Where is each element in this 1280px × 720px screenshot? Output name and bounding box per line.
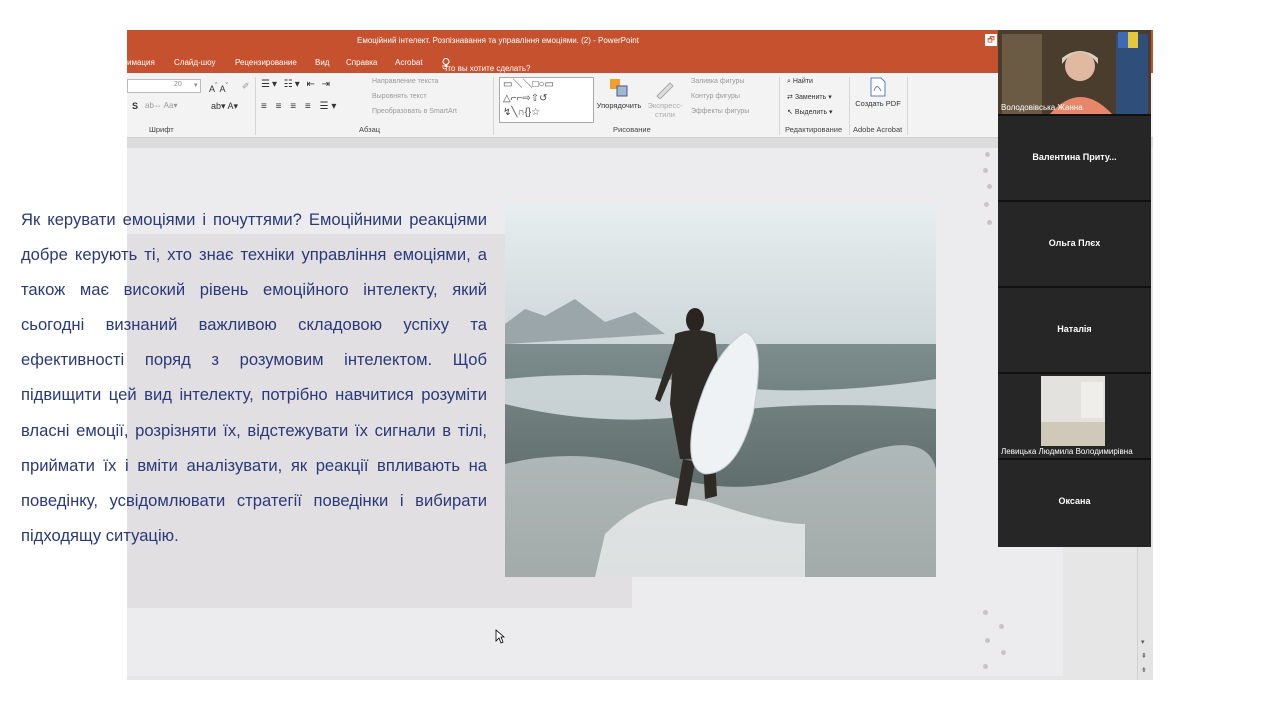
quick-styles-button[interactable]: Экспресс-стили xyxy=(643,77,687,119)
select-button[interactable]: ↖ Выделить ▾ xyxy=(787,108,833,116)
create-pdf-label: Создать PDF xyxy=(855,99,901,108)
slide-body-text: Як керувати емоціями і почуттями? Емоцій… xyxy=(21,210,487,545)
participant-tile-3[interactable]: Ольга Плєх xyxy=(998,202,1151,288)
quick-styles-label: Экспресс-стили xyxy=(647,101,683,119)
tell-me-label: Что вы хотите сделать? xyxy=(442,64,531,73)
find-label: Найти xyxy=(792,78,813,85)
participant-tile-5[interactable]: Левицька Людмила Володимирівна xyxy=(998,374,1151,460)
font-size-value: 20 xyxy=(174,81,182,88)
participant-video xyxy=(998,30,1151,114)
mouse-cursor-icon xyxy=(495,629,505,644)
tell-me-search[interactable]: Что вы хотите сделать? xyxy=(442,58,530,73)
participant-tile-6[interactable]: Оксана xyxy=(998,460,1151,547)
group-label-drawing: Рисование xyxy=(613,125,651,134)
char-spacing-icon[interactable]: ab⇔ Aa▾ xyxy=(145,101,177,110)
shape-effects-button[interactable]: Эффекты фигуры xyxy=(691,108,749,115)
participant-name: Оксана xyxy=(1058,496,1091,506)
arrange-label: Упорядочить xyxy=(596,101,642,110)
replace-label: Заменить xyxy=(794,94,827,101)
quick-styles-icon xyxy=(656,82,674,100)
text-direction-button[interactable]: Направление текста xyxy=(372,78,438,85)
bullets-icon[interactable]: ☰▾ ☷▾ ⇤ ⇥ xyxy=(261,79,332,90)
window-title: Емоційний інтелект. Розпізнавання та упр… xyxy=(357,36,639,45)
shape-outline-button[interactable]: Контур фигуры xyxy=(691,93,740,100)
tab-acrobat[interactable]: Acrobat xyxy=(395,58,423,67)
pdf-icon xyxy=(870,77,886,97)
surfer-photo xyxy=(505,204,936,577)
group-label-acrobat: Adobe Acrobat xyxy=(853,125,903,134)
clear-format-icon[interactable]: ✐ xyxy=(242,81,250,92)
participant-video xyxy=(1041,376,1105,446)
group-label-paragraph: Абзац xyxy=(359,125,381,134)
grow-font-icon[interactable]: Aˆ Aˇ xyxy=(209,81,228,94)
replace-icon: ⇄ xyxy=(787,94,795,101)
create-pdf-button[interactable]: Создать PDF xyxy=(855,77,901,108)
chevron-down-icon: ▾ xyxy=(194,82,198,89)
find-button[interactable]: ⌕ Найти xyxy=(787,78,813,86)
select-label: Выделить xyxy=(794,109,828,116)
tab-help[interactable]: Справка xyxy=(346,58,377,67)
smartart-button[interactable]: Преобразовать в SmartArt xyxy=(372,108,457,115)
participant-name: Валентина Приту... xyxy=(1032,152,1117,162)
participant-name: Ольга Плєх xyxy=(1048,238,1101,248)
tab-animations[interactable]: имация xyxy=(127,58,155,67)
shape-fill-button[interactable]: Заливка фигуры xyxy=(691,78,744,85)
group-label-font: Шрифт xyxy=(149,125,174,134)
participant-tile-2[interactable]: Валентина Приту... xyxy=(998,116,1151,202)
participant-name: Наталія xyxy=(1057,324,1092,334)
scroll-down-icon[interactable]: ▾ xyxy=(1141,638,1145,646)
video-call-participants: Володовівська Жанна Валентина Приту... О… xyxy=(998,30,1151,547)
highlight-icon[interactable]: ab▾ A▾ xyxy=(211,101,238,112)
tab-slideshow[interactable]: Слайд-шоу xyxy=(174,58,215,67)
arrange-icon xyxy=(610,79,628,97)
replace-button[interactable]: ⇄ Заменить ▾ xyxy=(787,93,832,101)
participant-name: Левицька Людмила Володимирівна xyxy=(1001,447,1133,456)
font-size-box[interactable]: 20 ▾ xyxy=(127,79,201,93)
window-control-button[interactable]: 🗗 xyxy=(985,34,997,46)
participant-tile-4[interactable]: Наталія xyxy=(998,288,1151,374)
participant-name: Володовівська Жанна xyxy=(1001,103,1083,112)
strikethrough-icon[interactable]: S xyxy=(132,101,138,111)
page-down-icon[interactable]: ⇟ xyxy=(1141,666,1147,674)
align-text-button[interactable]: Выровнять текст xyxy=(372,93,427,100)
arrange-button[interactable]: Упорядочить xyxy=(593,77,645,110)
participant-tile-1[interactable]: Володовівська Жанна xyxy=(998,30,1151,116)
shapes-gallery[interactable]: ▭＼＼□○▭ △⌐⌐⇨⇧↺ ↯╲∩{}☆ xyxy=(499,77,594,123)
page-up-icon[interactable]: ⇞ xyxy=(1141,652,1147,660)
align-icons[interactable]: ≡ ≡ ≡ ≡ ☰▾ xyxy=(261,101,339,112)
cursor-icon: ↖ xyxy=(787,109,795,116)
tab-review[interactable]: Рецензирование xyxy=(235,58,297,67)
surfer-image xyxy=(505,204,936,577)
group-label-editing: Редактирование xyxy=(785,125,843,134)
tab-view[interactable]: Вид xyxy=(315,58,329,67)
